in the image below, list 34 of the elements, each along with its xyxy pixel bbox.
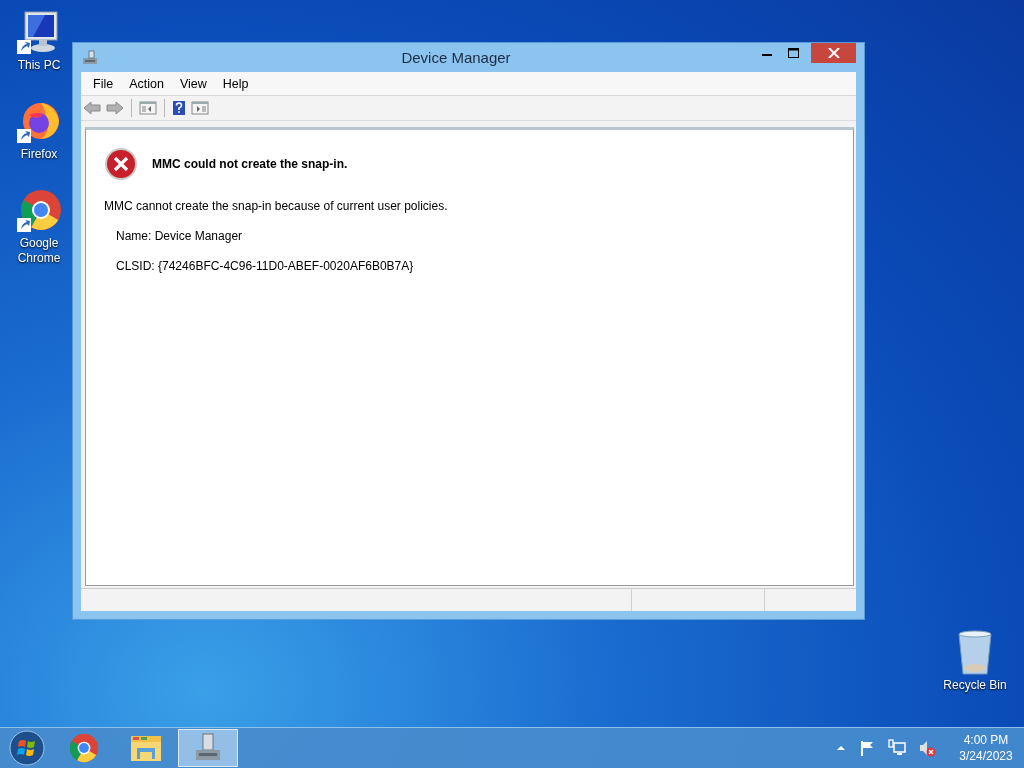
desktop-icon-label[interactable]: Recycle Bin bbox=[938, 678, 1012, 693]
window-title: Device Manager bbox=[400, 49, 512, 66]
forward-arrow-icon[interactable] bbox=[106, 100, 124, 116]
close-button[interactable] bbox=[811, 43, 856, 63]
muted-speaker-icon[interactable] bbox=[918, 739, 936, 757]
error-detail: CLSID: {74246BFC-4C96-11D0-ABEF-0020AF6B0B7A} bbox=[116, 259, 415, 273]
menu-item[interactable]: View bbox=[171, 76, 215, 91]
desktop-icon-label[interactable]: Firefox bbox=[8, 147, 70, 162]
menu-item[interactable]: Action bbox=[121, 76, 172, 91]
windows-logo-icon bbox=[9, 730, 45, 766]
network-icon[interactable] bbox=[888, 739, 906, 757]
error-icon bbox=[104, 147, 138, 181]
desktop-icon-label[interactable]: Google Chrome bbox=[8, 236, 70, 266]
show-hidden-icons-caret-icon[interactable] bbox=[836, 744, 846, 752]
device-manager-icon bbox=[81, 48, 99, 67]
maximize-icon bbox=[788, 48, 799, 58]
menu-item[interactable]: Help bbox=[214, 76, 257, 91]
device-manager-taskbar-button[interactable] bbox=[178, 729, 238, 767]
clock-time[interactable]: 4:00 PM bbox=[963, 732, 1009, 748]
action-pane-icon[interactable] bbox=[191, 100, 209, 116]
flag-icon[interactable] bbox=[858, 739, 876, 757]
console-tree-icon[interactable] bbox=[139, 100, 157, 116]
close-icon bbox=[827, 48, 840, 58]
help-icon[interactable] bbox=[172, 100, 186, 116]
chrome-icon bbox=[67, 731, 101, 765]
error-heading: MMC could not create the snap-in. bbox=[152, 157, 348, 171]
back-arrow-icon[interactable] bbox=[83, 100, 101, 116]
recycle-bin-icon[interactable] bbox=[955, 630, 995, 678]
folder-icon bbox=[129, 733, 163, 763]
menu-item[interactable]: File bbox=[85, 76, 122, 91]
clock-date[interactable]: 3/24/2023 bbox=[959, 748, 1013, 764]
desktop-icon-label[interactable]: This PC bbox=[8, 58, 70, 73]
error-detail: Name: Device Manager bbox=[116, 229, 244, 243]
error-message: MMC cannot create the snap-in because of current user policies. bbox=[104, 199, 449, 213]
